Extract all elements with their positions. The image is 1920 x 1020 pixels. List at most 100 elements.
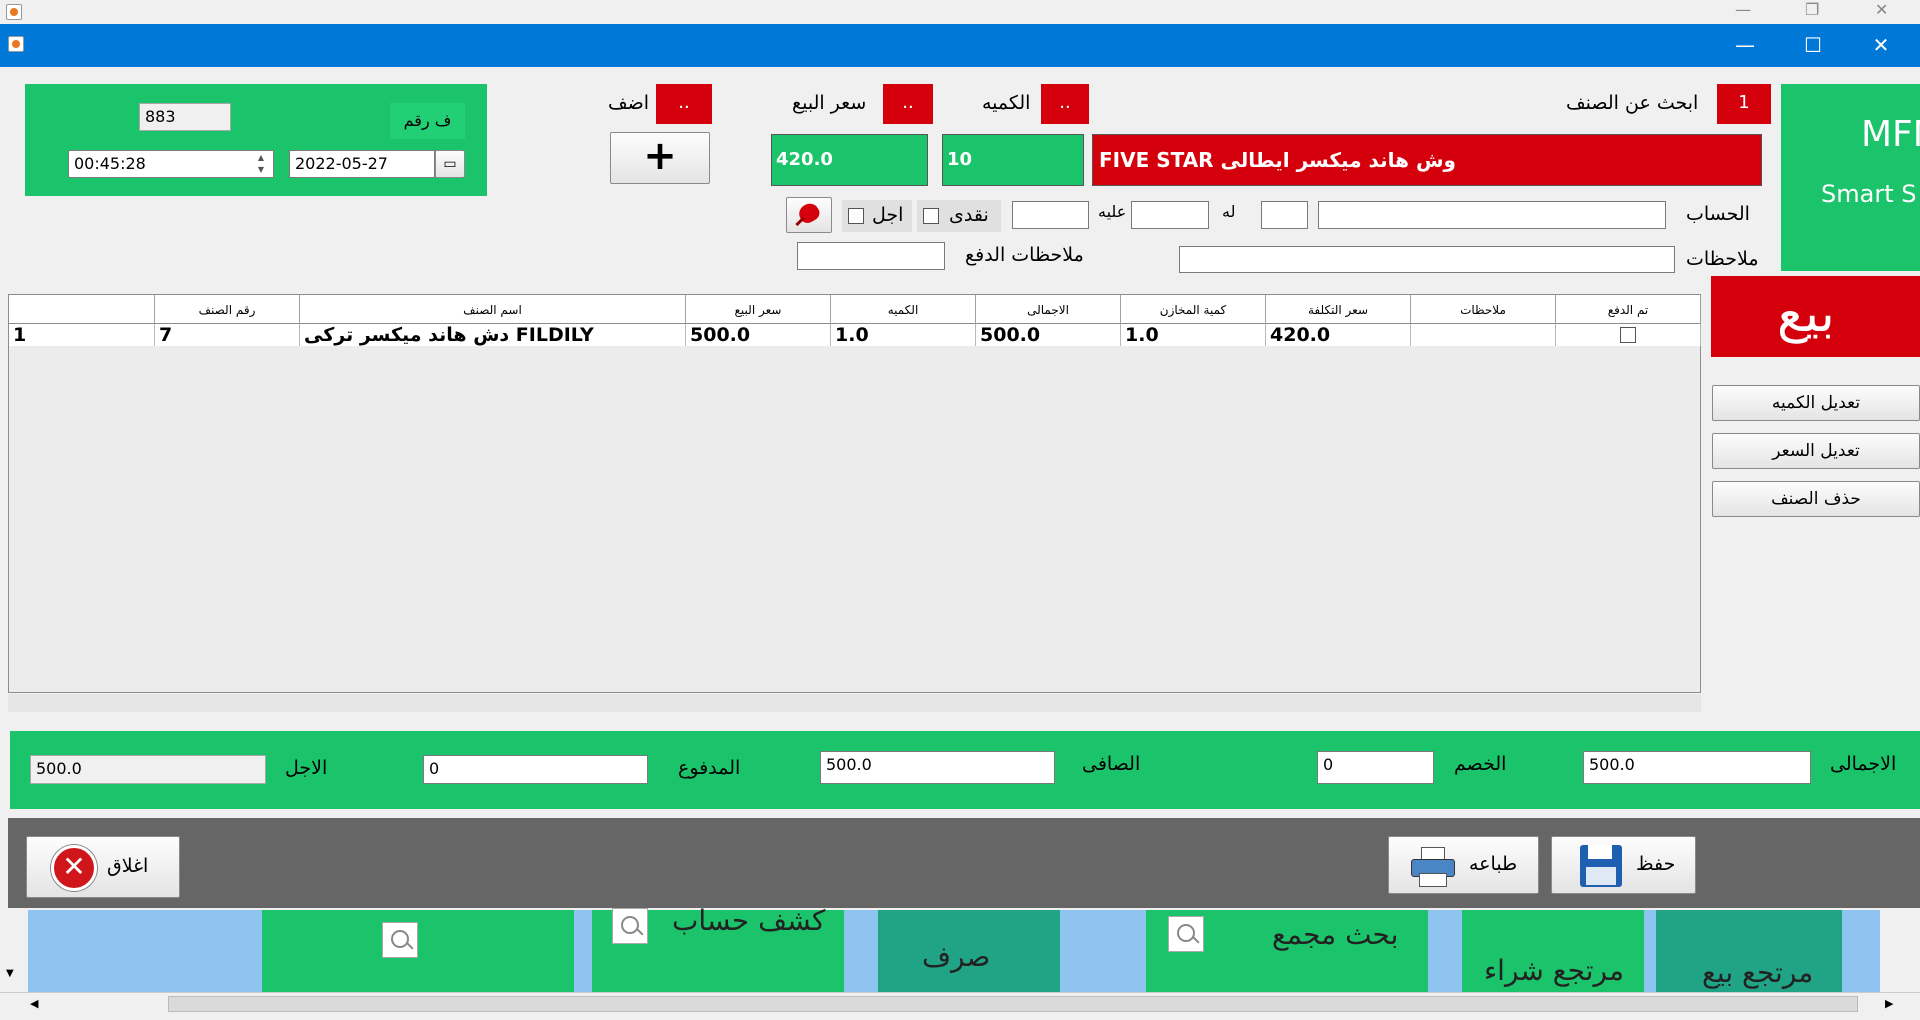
save-button[interactable]: حفظ [1551,836,1696,894]
sale-price-label: سعر البيع [792,92,867,114]
java-app-icon [8,36,24,52]
cell-quantity: 1.0 [831,324,976,346]
tile-search[interactable] [262,910,574,992]
quantity-label: الكميه [982,92,1031,114]
cash-checkbox[interactable] [923,208,939,224]
maximize-button[interactable]: ☐ [1790,30,1836,60]
close-button[interactable]: ✕ [1858,30,1904,60]
plus-icon: + [643,133,677,179]
brand-name: MFN [1861,114,1920,155]
credit-label: اجل [872,204,904,226]
background-launcher-strip: ▼ كشف حساب صرف بحث مجمع مرتجع شراء مرتجع… [0,904,1920,992]
add-hint-button[interactable]: .. [656,84,712,124]
cell-sale-price: 500.0 [686,324,831,346]
paid-field[interactable]: 0 [423,755,648,784]
item-name-input[interactable]: FIVE STAR وش هاند ميكسر ايطالى [1092,134,1762,186]
price-input[interactable]: 420.0 [771,134,928,186]
net-field[interactable]: 500.0 [820,751,1055,784]
credit-balance-label: له [1222,202,1236,221]
credit-option[interactable]: اجل [842,200,912,232]
sale-return-label: مرتجع بيع [1702,956,1814,989]
invoice-number-field: 883 [139,103,231,131]
tile-sale-return[interactable]: مرتجع بيع [1656,910,1842,992]
close-form-button[interactable]: ✕ اغلاق [26,836,180,898]
cell-cost: 420.0 [1266,324,1411,346]
scroll-right-icon[interactable]: ▶ [1885,997,1893,1010]
debit-field[interactable] [1012,201,1089,229]
minimize-button[interactable]: — [1722,30,1768,60]
debit-label: عليه [1098,202,1127,221]
brand-panel: MFN Smart S [1781,84,1920,271]
brand-subtitle: Smart S [1821,180,1917,208]
footer-bar: ✕ اغلاق طباعه حفظ [8,818,1920,908]
delete-item-button[interactable]: حذف الصنف [1712,481,1920,517]
add-item-button[interactable]: + [610,132,710,184]
account-code-field[interactable] [1261,201,1308,229]
pin-icon[interactable] [786,197,832,233]
account-name-field[interactable] [1318,201,1666,229]
vertical-scrollbar[interactable]: ▼ [0,910,28,992]
qty-hint-button[interactable]: .. [1041,84,1089,124]
bg-close-icon[interactable]: ✕ [1875,0,1888,19]
edit-price-button[interactable]: تعديل السعر [1712,433,1920,469]
cash-label: نقدى [949,204,989,226]
edit-quantity-button[interactable]: تعديل الكميه [1712,385,1920,421]
print-label: طباعه [1469,853,1518,875]
invoice-info-panel: ف رقم 883 00:45:28 ▲ ▼ 2022-05-27 ▭ [25,84,487,196]
account-statement-label: كشف حساب [672,904,826,937]
save-label: حفظ [1636,853,1676,875]
expense-label: صرف [922,940,991,973]
time-spinner[interactable]: ▲ ▼ [251,152,271,176]
grand-total-field[interactable]: 500.0 [1583,751,1811,784]
bg-minimize-icon[interactable]: — [1735,0,1751,19]
quantity-input[interactable]: 10 [942,134,1084,186]
invoice-number-label: ف رقم [390,103,465,139]
close-x-icon: ✕ [51,845,97,891]
bg-restore-icon[interactable]: ❐ [1805,0,1819,19]
cell-item-code: 7 [155,324,300,346]
printer-icon [1411,847,1455,887]
paid-checkbox[interactable] [1620,327,1636,343]
discount-field[interactable]: 0 [1317,751,1434,784]
tile-expense[interactable]: صرف [878,910,1060,992]
right-edge-panel [1880,910,1920,992]
time-field[interactable]: 00:45:28 [68,150,274,178]
grand-total-label: الاجمالى [1830,753,1897,775]
notes-label: ملاحظات [1686,248,1759,270]
credit-balance-field[interactable] [1131,201,1209,229]
calendar-icon[interactable]: ▭ [435,150,465,178]
cell-notes [1411,324,1556,346]
scroll-thumb[interactable] [168,996,1858,1012]
tile-purchase-return[interactable]: مرتجع شراء [1462,910,1644,992]
cell-index: 1 [9,324,155,346]
net-label: الصافى [1082,753,1141,775]
combined-search-label: بحث مجمع [1272,918,1399,951]
tile-account-statement[interactable]: كشف حساب [592,904,844,992]
horizontal-scrollbar[interactable]: ◀ ▶ [0,992,1920,1015]
scroll-down-icon[interactable]: ▼ [6,968,14,979]
table-scrollbar[interactable] [8,694,1701,712]
cell-paid [1556,324,1701,346]
credit-total-label: الاجل [285,757,328,779]
add-label: اضف [608,92,650,114]
table-row[interactable]: 1 7 دش هاند ميكسر تركى FILDILY 500.0 1.0… [9,295,1701,347]
close-form-label: اغلاق [107,855,149,877]
date-field[interactable]: 2022-05-27 [289,150,435,178]
background-window-bar: — ❐ ✕ [0,0,1920,24]
scroll-left-icon[interactable]: ◀ [30,997,38,1010]
price-hint-button[interactable]: .. [883,84,933,124]
purchase-return-label: مرتجع شراء [1484,954,1624,987]
tile-combined-search[interactable]: بحث مجمع [1146,910,1428,992]
paid-label: المدفوع [678,757,741,779]
search-icon [382,922,418,958]
print-button[interactable]: طباعه [1388,836,1539,894]
items-table[interactable]: رقم الصنف اسم الصنف سعر البيع الكميه الا… [8,294,1701,693]
search-icon [612,908,648,944]
search-item-button[interactable]: 1 [1717,84,1771,124]
cash-option[interactable]: نقدى [917,200,1001,232]
search-icon [1168,916,1204,952]
credit-total-field: 500.0 [30,755,266,784]
credit-checkbox[interactable] [848,208,864,224]
payment-notes-field[interactable] [797,242,945,270]
notes-field[interactable] [1179,246,1675,273]
